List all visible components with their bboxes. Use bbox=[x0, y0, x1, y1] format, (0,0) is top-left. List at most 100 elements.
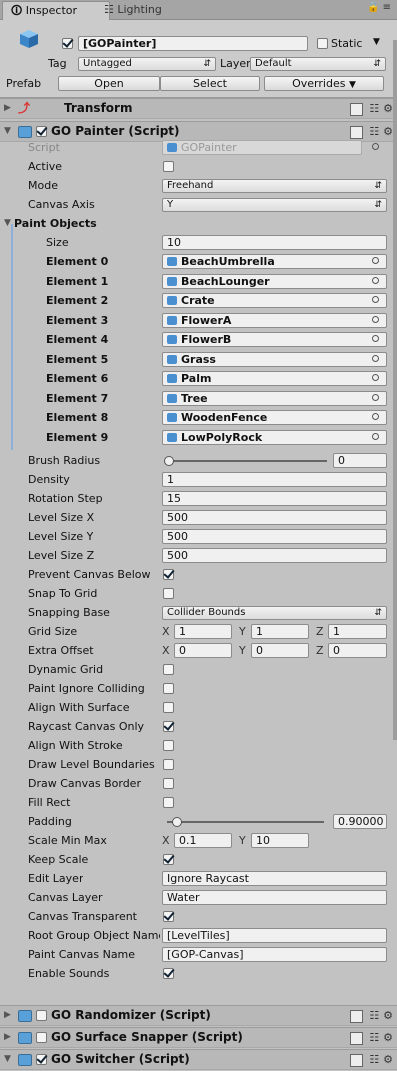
help-icon[interactable] bbox=[350, 1009, 364, 1023]
raycast-canvas-toggle[interactable] bbox=[163, 721, 174, 732]
component-enabled-checkbox[interactable] bbox=[36, 1054, 47, 1065]
preset-icon[interactable]: ☷ bbox=[369, 1053, 379, 1066]
padding-slider[interactable] bbox=[167, 821, 324, 823]
scrollbar[interactable] bbox=[393, 40, 397, 740]
object-picker-icon[interactable] bbox=[372, 315, 379, 323]
gear-icon[interactable]: ⚙ bbox=[383, 125, 393, 138]
element-object-field[interactable]: Palm bbox=[162, 371, 387, 386]
level-size-z-field[interactable]: 500 bbox=[162, 548, 387, 563]
help-icon[interactable] bbox=[350, 1031, 364, 1045]
tab-menu[interactable]: 🔒 ≡ bbox=[367, 2, 391, 13]
object-picker-icon[interactable] bbox=[372, 432, 379, 440]
help-icon[interactable] bbox=[350, 125, 364, 139]
keep-scale-toggle[interactable] bbox=[163, 854, 174, 865]
component-enabled-checkbox[interactable] bbox=[36, 1032, 47, 1043]
object-picker-icon[interactable] bbox=[372, 413, 379, 420]
extra-offset-z-field[interactable]: 0 bbox=[328, 643, 387, 658]
foldout-arrow-icon[interactable]: ▼ bbox=[4, 1050, 11, 1069]
transform-component-header[interactable]: ▶ ⤴ Transform ☷ ⚙ bbox=[0, 98, 397, 119]
extra-offset-x-field[interactable]: 0 bbox=[174, 643, 232, 658]
element-object-field[interactable]: WoodenFence bbox=[162, 410, 387, 425]
object-picker-icon[interactable] bbox=[372, 354, 379, 362]
lock-icon[interactable]: 🔒 bbox=[367, 2, 379, 13]
element-object-field[interactable]: Crate bbox=[162, 293, 387, 308]
prevent-canvas-toggle[interactable] bbox=[163, 569, 174, 580]
rotation-step-field[interactable]: 15 bbox=[162, 491, 387, 506]
tag-dropdown[interactable]: Untagged ⇵ bbox=[78, 57, 216, 71]
level-size-x-field[interactable]: 500 bbox=[162, 510, 387, 525]
brush-radius-slider[interactable] bbox=[167, 460, 327, 462]
switcher-component-header[interactable]: ▼ GO Switcher (Script) ☷ ⚙ bbox=[0, 1049, 397, 1070]
object-picker-icon[interactable] bbox=[372, 393, 379, 401]
component-enabled-checkbox[interactable] bbox=[36, 1010, 47, 1021]
help-icon[interactable] bbox=[350, 1053, 364, 1067]
mode-dropdown[interactable]: Freehand ⇵ bbox=[162, 179, 387, 193]
prefab-open-button[interactable]: Open bbox=[58, 76, 160, 91]
fill-rect-toggle[interactable] bbox=[163, 797, 174, 808]
snapping-base-dropdown[interactable]: Collider Bounds ⇵ bbox=[162, 606, 387, 620]
foldout-arrow-icon[interactable]: ▶ bbox=[4, 1028, 11, 1047]
align-surface-toggle[interactable] bbox=[163, 702, 174, 713]
element-object-field[interactable]: BeachLounger bbox=[162, 273, 387, 289]
menu-icon[interactable]: ≡ bbox=[383, 2, 391, 13]
help-icon[interactable] bbox=[350, 102, 364, 116]
scale-min-field[interactable]: 0.1 bbox=[174, 833, 232, 848]
element-object-field[interactable]: FlowerB bbox=[162, 332, 387, 347]
gameobject-name-field[interactable]: [GOPainter] bbox=[78, 36, 308, 51]
prefab-select-button[interactable]: Select bbox=[160, 76, 260, 91]
tab-lighting[interactable]: ☷ Lighting bbox=[96, 1, 170, 19]
element-object-field[interactable]: BeachUmbrella bbox=[162, 254, 387, 269]
object-picker-icon[interactable] bbox=[372, 276, 379, 284]
level-size-y-field[interactable]: 500 bbox=[162, 529, 387, 544]
snap-grid-toggle[interactable] bbox=[163, 588, 174, 599]
active-toggle[interactable] bbox=[163, 161, 174, 172]
component-enabled-checkbox[interactable] bbox=[36, 126, 47, 137]
prefab-overrides-dropdown[interactable]: Overrides ▼ bbox=[264, 76, 384, 91]
preset-icon[interactable]: ☷ bbox=[369, 125, 379, 138]
draw-canvas-toggle[interactable] bbox=[163, 778, 174, 789]
element-object-field[interactable]: Tree bbox=[162, 390, 387, 406]
align-stroke-toggle[interactable] bbox=[163, 740, 174, 751]
foldout-arrow-icon[interactable]: ▶ bbox=[4, 99, 11, 118]
canvas-layer-field[interactable]: Water bbox=[162, 890, 387, 905]
edit-layer-field[interactable]: Ignore Raycast bbox=[162, 871, 387, 886]
preset-icon[interactable]: ☷ bbox=[369, 102, 379, 115]
surface-snapper-component-header[interactable]: ▶ GO Surface Snapper (Script) ☷ ⚙ bbox=[0, 1027, 397, 1048]
foldout-arrow-icon[interactable]: ▼ bbox=[4, 218, 11, 228]
static-dropdown-icon[interactable]: ▼ bbox=[373, 37, 380, 47]
gear-icon[interactable]: ⚙ bbox=[383, 1031, 393, 1044]
paint-objects-row[interactable]: ▼ Paint Objects bbox=[0, 214, 397, 233]
canvas-axis-dropdown[interactable]: Y ⇵ bbox=[162, 198, 387, 212]
object-picker-icon[interactable] bbox=[372, 296, 379, 303]
active-checkbox[interactable] bbox=[62, 38, 73, 49]
size-field[interactable]: 10 bbox=[162, 235, 387, 250]
foldout-arrow-icon[interactable]: ▶ bbox=[4, 1006, 11, 1025]
enable-sounds-toggle[interactable] bbox=[163, 968, 174, 979]
gear-icon[interactable]: ⚙ bbox=[383, 1009, 393, 1022]
dynamic-grid-toggle[interactable] bbox=[163, 664, 174, 675]
padding-field[interactable]: 0.90000 bbox=[333, 814, 387, 829]
element-object-field[interactable]: Grass bbox=[162, 351, 387, 367]
brush-radius-field[interactable]: 0 bbox=[333, 453, 387, 468]
paint-ignore-toggle[interactable] bbox=[163, 683, 174, 694]
canvas-transparent-toggle[interactable] bbox=[163, 911, 174, 922]
preset-icon[interactable]: ☷ bbox=[369, 1031, 379, 1044]
object-picker-icon[interactable] bbox=[372, 257, 379, 264]
slider-knob[interactable] bbox=[164, 456, 174, 466]
paint-canvas-field[interactable]: [GOP-Canvas] bbox=[162, 947, 387, 962]
tab-inspector[interactable]: 🛈 Inspector bbox=[2, 1, 110, 20]
draw-level-toggle[interactable] bbox=[163, 759, 174, 770]
extra-offset-y-field[interactable]: 0 bbox=[251, 643, 309, 658]
grid-size-x-field[interactable]: 1 bbox=[174, 624, 232, 639]
grid-size-y-field[interactable]: 1 bbox=[251, 624, 309, 639]
slider-knob[interactable] bbox=[172, 817, 182, 827]
element-object-field[interactable]: FlowerA bbox=[162, 312, 387, 328]
static-checkbox[interactable] bbox=[317, 38, 328, 49]
layer-dropdown[interactable]: Default ⇵ bbox=[250, 57, 386, 71]
grid-size-z-field[interactable]: 1 bbox=[328, 624, 387, 639]
gear-icon[interactable]: ⚙ bbox=[383, 1053, 393, 1066]
root-group-field[interactable]: [LevelTiles] bbox=[162, 928, 387, 943]
gear-icon[interactable]: ⚙ bbox=[383, 102, 393, 115]
element-object-field[interactable]: LowPolyRock bbox=[162, 429, 387, 445]
object-picker-icon[interactable] bbox=[372, 374, 379, 381]
